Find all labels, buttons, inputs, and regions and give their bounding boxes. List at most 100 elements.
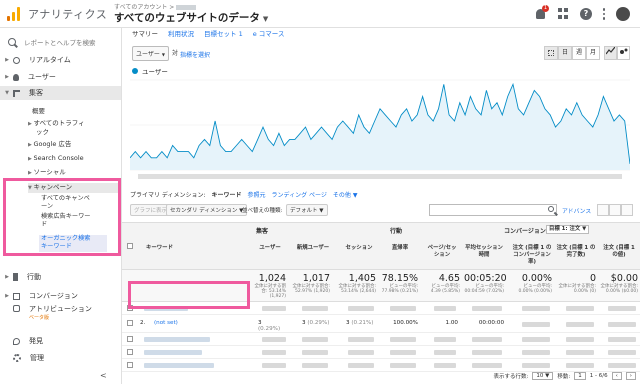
nav-realtime[interactable]: ▶ リアルタイム [0,55,121,65]
nav-conversions[interactable]: ▶ コンバージョン [0,290,121,302]
nav-acq-search-console[interactable]: ▶ Search Console [28,154,84,164]
collapse-sidebar-icon[interactable]: < [100,371,107,380]
blurred-cell [390,363,416,368]
comparison-view-icon[interactable] [621,204,633,216]
row-index: 2. [140,320,146,326]
day-button[interactable]: 日 [558,46,572,60]
row-checkbox[interactable] [127,336,133,342]
nav-admin[interactable]: 管理 [0,352,121,364]
nav-behavior[interactable]: ▶ 行動 [0,271,121,283]
help-icon[interactable]: ? [580,8,592,20]
analytics-logo-icon[interactable] [7,6,21,21]
blurred-cell [262,363,286,368]
plot-rows-button[interactable]: グラフに表示 [130,204,172,216]
blurred-cell [302,363,328,368]
week-button[interactable]: 週 [572,46,586,60]
table-search-icon[interactable] [548,204,557,216]
view-selector[interactable]: すべてのウェブサイトのデータ ▼ [114,10,268,25]
tab-summary[interactable]: サマリー [132,28,158,38]
line-chart-type-icon[interactable] [604,46,617,60]
nav-discover[interactable]: 発見 [0,335,121,347]
nav-acq-google-ads[interactable]: ▶ Google 広告 [28,140,71,150]
nav-label: 行動 [27,273,41,281]
total-pages-per-session: 4.65 ビューの平均: 4.39 (5.85%) [424,273,460,294]
table-row[interactable] [122,346,640,359]
rows-select-value: 10 [536,373,544,379]
col-pages-per-session[interactable]: ページ/セッション [427,245,457,259]
total-goal-value: $0.00 全体に対する割合: 0.00% ($0.00) [598,273,638,294]
col-bounce-rate[interactable]: 直帰率 [387,245,413,252]
next-page-button[interactable]: › [625,372,636,380]
blurred-x-axis-labels [138,174,622,179]
account-avatar[interactable] [616,7,630,21]
sort-type-select[interactable]: デフォルト ▼ [286,204,328,216]
dimension-source[interactable]: 参照元 [248,190,266,199]
keyword-not-set-link[interactable]: (not set) [154,320,178,326]
primary-dimension-bar: プライマリ ディメンション: キーワード 参照元 ランディング ページ その他 … [130,190,357,199]
tab-ecommerce[interactable]: e コマース [253,28,285,38]
dimension-landing-page[interactable]: ランディング ページ [272,190,327,199]
blurred-cell [608,350,636,355]
goal-select[interactable]: 目標 1: 注文 ▼ [546,225,590,234]
col-avg-session-duration[interactable]: 平均セッション時間 [465,245,503,259]
col-goal-completions[interactable]: 注文 (目標 1 の完了数) [556,245,596,259]
col-goal-value[interactable]: 注文 (目標 1 の値) [600,245,638,259]
nav-label: 管理 [30,354,44,362]
blurred-cell [472,350,502,355]
total-note: ビューの平均: 0.00% (0.00%) [518,284,552,294]
conversions-icon [13,292,20,300]
sidebar-search[interactable]: レポートとヘルプを検索 [8,37,96,47]
primary-dimension-label: プライマリ ディメンション: [130,192,206,199]
pie-view-icon[interactable] [609,204,621,216]
col-keyword[interactable]: キーワード [146,245,173,252]
nav-audience[interactable]: ▶ ユーザー [0,72,121,82]
advanced-filter-link[interactable]: アドバンス [562,206,591,215]
blurred-cell [522,322,550,327]
blurred-keyword [144,337,210,342]
col-new-users[interactable]: 新規ユーザー [296,245,330,252]
users-line-chart[interactable] [130,74,630,184]
table-filter-input[interactable] [429,204,557,216]
secondary-dimension-select[interactable]: セカンダリ ディメンション ▼ [166,204,248,216]
blurred-cell [522,306,550,311]
motion-chart-icon[interactable] [617,46,630,60]
row-new-users: 3 (0.29%) [302,320,332,326]
apps-grid-icon[interactable] [558,8,570,20]
nav-acq-alltraffic-cont: ック [36,128,49,136]
total-value: 78.15% [381,273,418,284]
choose-metric-link[interactable]: 指標を選択 [180,50,210,59]
hourly-button[interactable] [544,46,558,60]
table-row-not-set[interactable]: 2. (not set) 3 (0.29%) 3 (0.29%) 3 (0.21… [122,315,640,333]
table-row[interactable] [122,333,640,346]
dimension-other[interactable]: その他 ▼ [333,190,358,199]
nav-acq-overview[interactable]: 概要 [32,107,45,116]
blurred-cell [608,337,636,342]
acquisition-icon [13,89,20,97]
row-sessions: 3 (0.21%) [346,320,376,326]
rows-select[interactable]: 10 ▼ [532,372,554,380]
row-checkbox[interactable] [127,349,133,355]
tab-usage[interactable]: 利用状況 [168,28,194,38]
more-vert-icon[interactable] [602,8,606,20]
search-placeholder[interactable]: レポートとヘルプを検索 [24,37,96,47]
col-goal-conv-rate[interactable]: 注文 (目標 1 のコンバージョン率) [512,245,552,266]
metric-select[interactable]: ユーザー ▼ [132,46,169,61]
nav-acq-social[interactable]: ▶ ソーシャル [28,168,66,178]
select-all-checkbox[interactable] [127,243,133,249]
month-button[interactable]: 月 [586,46,600,60]
prev-page-button[interactable]: ‹ [611,372,622,380]
notifications-bell-icon[interactable]: 1 [536,5,549,20]
col-users[interactable]: ユーザー [255,245,285,252]
table-row[interactable] [122,359,640,372]
row-checkbox[interactable] [127,362,133,368]
nav-sub-label: すべてのトラフィ [33,119,85,127]
tab-goal-set-1[interactable]: 目標セット 1 [204,28,243,38]
table-view-icon[interactable] [597,204,609,216]
row-checkbox[interactable] [127,320,133,326]
nav-acquisition[interactable]: ▼ 集客 [0,86,121,100]
goto-input[interactable]: 1 [574,372,586,380]
dimension-keyword[interactable]: キーワード [212,190,242,199]
col-sessions[interactable]: セッション [344,245,374,252]
nav-attribution[interactable]: アトリビューション ベータ版 [0,304,121,324]
sidebar: レポートとヘルプを検索 ▶ リアルタイム ▶ ユーザー ▼ 集客 概要 ▶ すべてのト… [0,28,122,384]
